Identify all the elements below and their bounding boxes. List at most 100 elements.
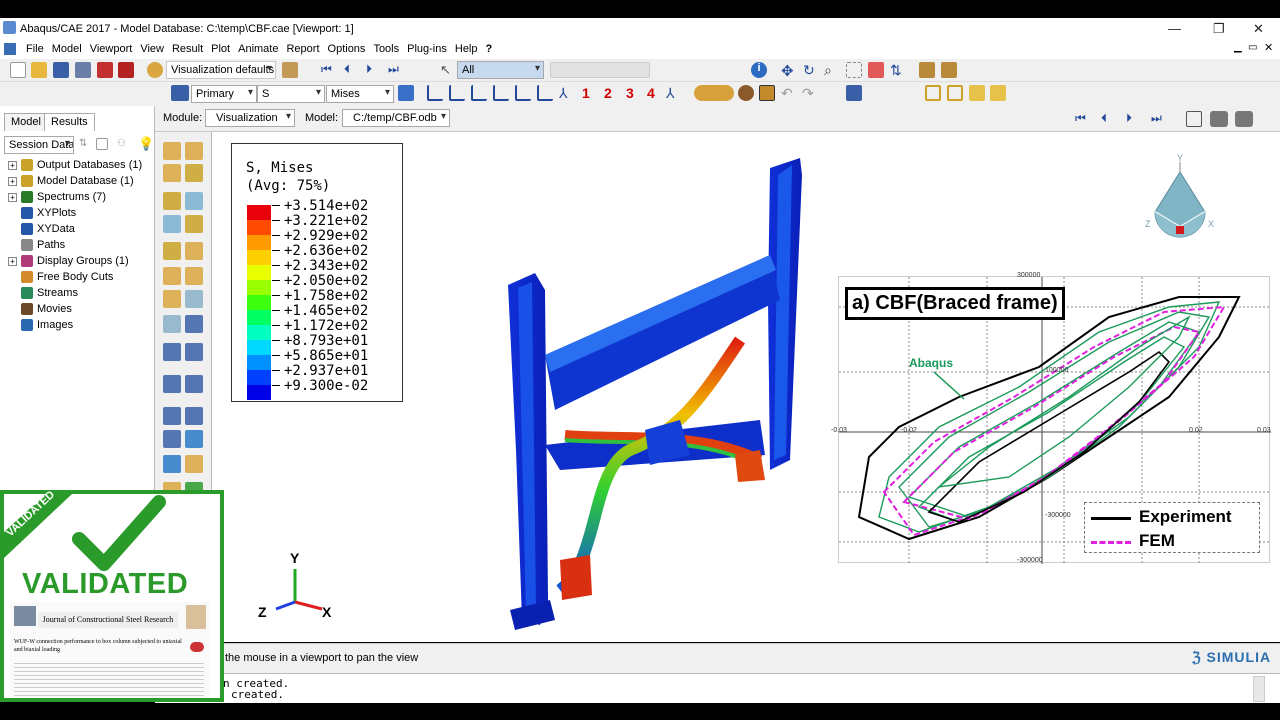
toolbox-tool-icon[interactable] <box>185 192 203 210</box>
redo-icon[interactable]: ↷ <box>802 85 818 101</box>
tab-model[interactable]: Model <box>4 113 48 131</box>
menu-plugins[interactable]: Plug-ins <box>407 43 447 55</box>
query-info-icon[interactable]: i <box>751 62 767 78</box>
menu-plot[interactable]: Plot <box>211 43 230 55</box>
output-primary-select[interactable]: Primary <box>191 85 257 103</box>
toolbox-tool-icon[interactable] <box>163 375 181 393</box>
menu-result[interactable]: Result <box>172 43 203 55</box>
toolbox-tool-icon[interactable] <box>163 142 181 160</box>
undo-icon[interactable]: ↶ <box>781 85 797 101</box>
visualization-defaults-select[interactable]: Visualization defaults <box>166 61 276 79</box>
new-icon[interactable] <box>10 62 26 78</box>
toolbox-tool-icon[interactable] <box>185 290 203 308</box>
maximize-button[interactable]: ❐ <box>1213 21 1225 37</box>
select-arrow-icon[interactable]: ↖ <box>440 62 456 78</box>
toolbox-tool-icon[interactable] <box>185 375 203 393</box>
view-xy-icon[interactable] <box>427 85 443 101</box>
view-yz-icon[interactable] <box>471 85 487 101</box>
toolbox-tool-icon[interactable] <box>185 343 203 361</box>
toolbox-tool-icon[interactable] <box>163 315 181 333</box>
toolbox-tool-icon[interactable] <box>163 430 181 448</box>
view-xz-icon[interactable] <box>515 85 531 101</box>
view-2-button[interactable]: 2 <box>604 85 612 101</box>
toolbox-tool-icon[interactable] <box>185 407 203 425</box>
mdi-close-icon[interactable]: ✕ <box>1264 41 1273 54</box>
render-style-icon[interactable] <box>694 85 734 101</box>
menu-animate[interactable]: Animate <box>238 43 278 55</box>
next-frame-icon[interactable]: ⏵ <box>366 62 382 78</box>
console-scrollbar[interactable] <box>1253 676 1265 702</box>
pick-icon[interactable] <box>759 85 775 101</box>
export-icon[interactable] <box>97 62 113 78</box>
expand-icon[interactable]: + <box>8 192 17 202</box>
zoom-icon[interactable]: ⌕ <box>824 62 840 78</box>
view-4-button[interactable]: 4 <box>647 85 655 101</box>
tree-item[interactable]: Paths <box>8 239 65 251</box>
tree-up-icon[interactable]: ⇅ <box>79 138 95 154</box>
toolbox-tool-icon[interactable] <box>163 343 181 361</box>
field-output-icon[interactable] <box>171 85 189 101</box>
menu-file[interactable]: File <box>26 43 44 55</box>
tab-results[interactable]: Results <box>44 113 95 131</box>
toolbox-tool-icon[interactable] <box>185 267 203 285</box>
anim-prev-icon[interactable]: ⏴ <box>1101 111 1117 127</box>
toolbox-tool-icon[interactable] <box>185 215 203 233</box>
mdi-minimize-icon[interactable]: ▁ <box>1234 42 1242 53</box>
triad-icon[interactable]: ⅄ <box>666 85 682 101</box>
toolbox-tool-icon[interactable] <box>163 455 181 473</box>
auto-fit-icon[interactable] <box>868 62 884 78</box>
pan-icon[interactable]: ✥ <box>781 62 797 80</box>
ruler-icon[interactable] <box>919 62 935 78</box>
save-icon[interactable] <box>53 62 69 78</box>
toolbox-tool-icon[interactable] <box>163 267 181 285</box>
rotate-icon[interactable]: ↻ <box>803 62 819 78</box>
tree-item[interactable]: + Spectrums (7) <box>8 191 106 203</box>
box-view-1-icon[interactable] <box>925 85 941 101</box>
tree-item[interactable]: + Model Database (1) <box>8 175 134 187</box>
output-variable-select[interactable]: S <box>257 85 325 103</box>
view-manipulator[interactable] <box>1147 152 1213 252</box>
menu-options[interactable]: Options <box>328 43 366 55</box>
tree-item[interactable]: Streams <box>8 287 78 299</box>
print-icon[interactable] <box>75 62 91 78</box>
cycle-icon[interactable]: ⇅ <box>890 62 906 78</box>
menu-report[interactable]: Report <box>286 43 319 55</box>
model-select[interactable]: C:/temp/CBF.odb <box>342 109 450 127</box>
minimize-button[interactable]: — <box>1168 21 1181 36</box>
toolbox-tool-icon[interactable] <box>185 455 203 473</box>
table-icon[interactable] <box>846 85 862 101</box>
prev-frame-icon[interactable]: ⏴ <box>344 62 360 78</box>
menu-view[interactable]: View <box>140 43 164 55</box>
view-zx-icon[interactable] <box>537 85 553 101</box>
tree-item[interactable]: Movies <box>8 303 72 315</box>
last-frame-icon[interactable]: ⏭ <box>388 62 404 78</box>
tree-item[interactable]: XYPlots <box>8 207 76 219</box>
module-select[interactable]: Visualization <box>205 109 295 127</box>
shade-icon[interactable] <box>738 85 754 101</box>
selection-tools-icon[interactable] <box>550 62 650 78</box>
toolbox-tool-icon[interactable] <box>163 407 181 425</box>
output-component-select[interactable]: Mises <box>326 85 394 103</box>
tree-bulb-icon[interactable]: 💡 <box>138 136 154 152</box>
menu-model[interactable]: Model <box>52 43 82 55</box>
toolbox-tool-icon[interactable] <box>163 290 181 308</box>
toolbox-tool-icon[interactable] <box>185 315 203 333</box>
ruler2-icon[interactable] <box>941 62 957 78</box>
open-icon[interactable] <box>31 62 47 78</box>
frame-select-icon[interactable] <box>1186 111 1202 127</box>
box-zoom-icon[interactable] <box>846 62 862 78</box>
tree-item[interactable]: + Display Groups (1) <box>8 255 129 267</box>
toolbox-tool-icon[interactable] <box>185 242 203 260</box>
close-button[interactable]: ✕ <box>1253 21 1264 37</box>
first-frame-icon[interactable]: ⏮ <box>321 62 337 78</box>
tree-item[interactable]: XYData <box>8 223 75 235</box>
expand-icon[interactable]: + <box>8 160 17 170</box>
toolbox-tool-icon[interactable] <box>185 164 203 182</box>
mdi-restore-icon[interactable]: ▭ <box>1248 42 1257 53</box>
palette-icon[interactable] <box>147 62 163 78</box>
tree-item[interactable]: + Output Databases (1) <box>8 159 142 171</box>
toolbox-tool-icon[interactable] <box>163 164 181 182</box>
whats-this-icon[interactable]: ? <box>486 43 493 55</box>
view-1-button[interactable]: 1 <box>582 85 590 101</box>
view-yx-icon[interactable] <box>449 85 465 101</box>
